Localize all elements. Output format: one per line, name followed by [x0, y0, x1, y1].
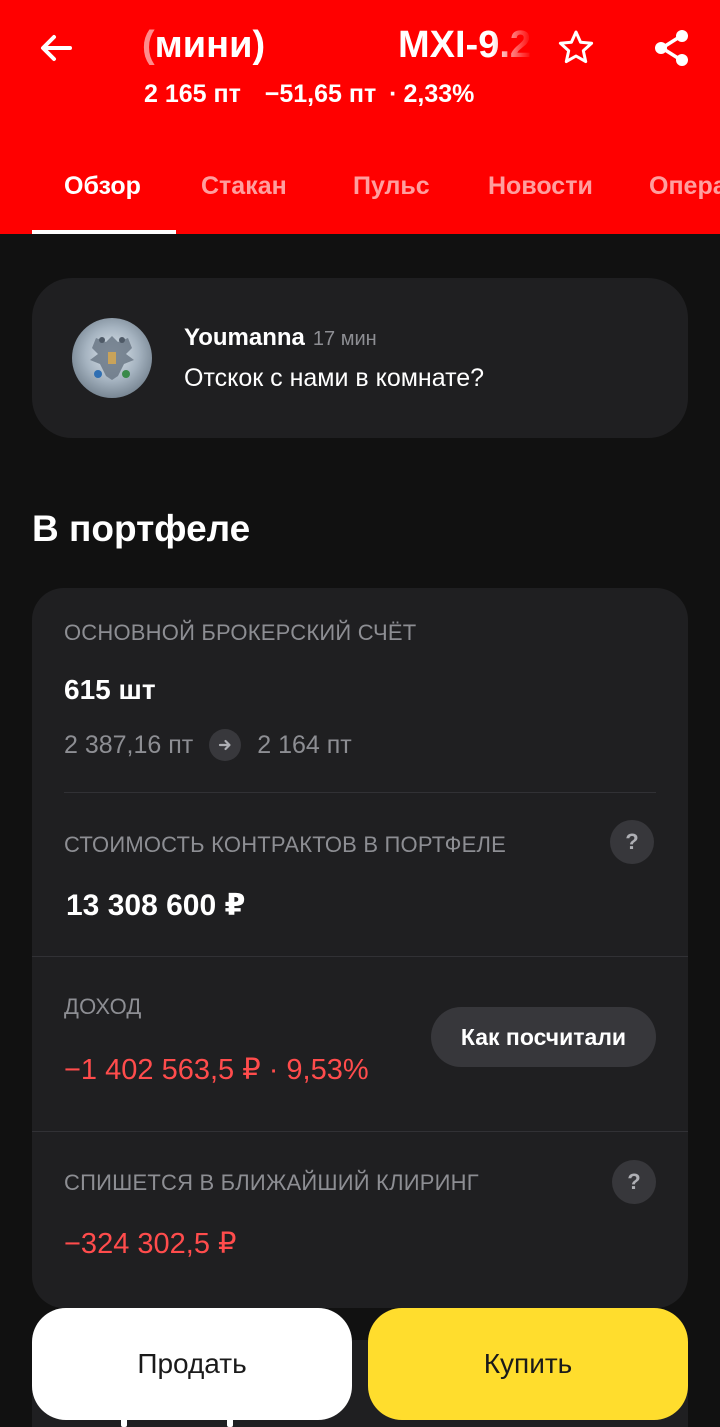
- arrow-left-icon: [41, 35, 72, 61]
- account-label: ОСНОВНОЙ БРОКЕРСКИЙ СЧЁТ: [64, 620, 417, 645]
- share-icon: [655, 30, 688, 66]
- price-change-row: 2 387,16 пт 2 164 пт: [64, 728, 352, 762]
- share-button[interactable]: [648, 24, 696, 72]
- pulse-post-card[interactable]: Youmanna 17 мин Отскок с нами в комнате?: [32, 278, 688, 438]
- favorite-button[interactable]: [552, 24, 600, 72]
- current-price: 2 165 пт: [144, 80, 241, 108]
- double-headed-eagle-avatar: [90, 336, 134, 380]
- average-price: 2 387,16 пт: [64, 730, 194, 759]
- post-text: Отскок с нами в комнате?: [184, 364, 485, 392]
- divider: [32, 956, 688, 957]
- tab-bar: Обзор Стакан Пульс Новости Опера: [0, 158, 720, 234]
- back-button[interactable]: [28, 22, 84, 74]
- divider: [32, 1131, 688, 1132]
- tab-overview[interactable]: Обзор: [64, 172, 141, 201]
- portfolio-section-title: В портфеле: [32, 508, 251, 549]
- current-price-value: 2 164 пт: [257, 730, 352, 759]
- divider: [64, 792, 656, 793]
- star-outline-icon: [558, 30, 594, 64]
- contracts-value-label: СТОИМОСТЬ КОНТРАКТОВ В ПОРТФЕЛЕ: [64, 832, 506, 857]
- buy-button[interactable]: Купить: [368, 1308, 688, 1420]
- contracts-value: 13 308 600 ₽: [66, 889, 246, 922]
- tab-news[interactable]: Новости: [488, 172, 593, 201]
- position-quantity: 615 шт: [64, 674, 156, 705]
- tab-pulse[interactable]: Пульс: [353, 172, 430, 201]
- tab-order-book[interactable]: Стакан: [201, 172, 287, 201]
- post-time: 17 мин: [312, 328, 377, 350]
- question-mark-icon[interactable]: ?: [612, 1160, 656, 1204]
- instrument-header: (мини) MXI-9.2 2 165 пт −51,65 пт · 2,33%…: [0, 0, 720, 234]
- arrow-right-icon: [209, 729, 242, 761]
- income-value: −1 402 563,5 ₽ · 9,53%: [64, 1054, 369, 1086]
- sell-button[interactable]: Продать: [32, 1308, 352, 1420]
- avatar: [72, 318, 152, 398]
- clearing-value: −324 302,5 ₽: [64, 1228, 237, 1260]
- instrument-title: (мини) MXI-9.2: [142, 22, 532, 74]
- title-left: (мини): [142, 24, 266, 66]
- how-calculated-button[interactable]: Как посчитали: [431, 1007, 656, 1067]
- portfolio-card: ОСНОВНОЙ БРОКЕРСКИЙ СЧЁТ 615 шт 2 387,16…: [32, 588, 688, 1308]
- question-mark-icon[interactable]: ?: [610, 820, 654, 864]
- tab-operations[interactable]: Опера: [649, 172, 720, 201]
- active-tab-indicator: [32, 230, 176, 234]
- post-author: Youmanna 17 мин: [184, 324, 377, 351]
- income-label: ДОХОД: [64, 994, 142, 1019]
- price-change-percent: 2,33%: [403, 80, 475, 108]
- price-quote: 2 165 пт −51,65 пт · 2,33%: [144, 80, 475, 108]
- price-change: −51,65 пт: [264, 80, 377, 108]
- clearing-label: СПИШЕТСЯ В БЛИЖАЙШИЙ КЛИРИНГ: [64, 1170, 479, 1195]
